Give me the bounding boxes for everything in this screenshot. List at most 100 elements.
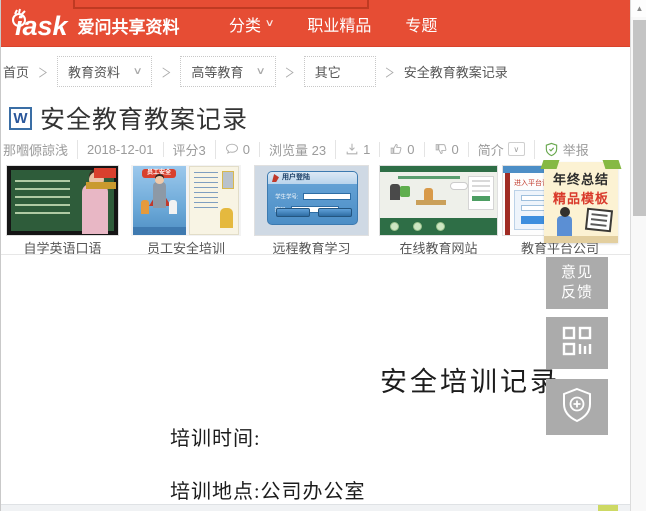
schoolbag-graphic — [400, 186, 410, 197]
upload-date: 2018-12-01 — [78, 141, 164, 157]
shield-plus-icon — [560, 387, 594, 428]
breadcrumb-level3-box[interactable]: 其它 — [303, 55, 376, 87]
breadcrumb-separator-icon: ＞ — [284, 66, 295, 81]
side-panel-graphic — [468, 176, 494, 210]
avatar-circle — [390, 222, 399, 231]
presenter-figure — [557, 216, 572, 236]
ad-cartoon-scene — [544, 207, 618, 243]
dislikes-stat[interactable]: 0 — [425, 141, 469, 157]
word-file-icon: W — [9, 106, 32, 130]
document-heading: 安全培训记录 — [380, 367, 560, 397]
chalk-text-lines — [15, 180, 70, 220]
page-break-strip — [1, 504, 630, 511]
qr-code-icon — [561, 325, 593, 362]
hazmat-figure — [220, 208, 233, 228]
child-figure — [141, 200, 149, 214]
author-name[interactable]: 那嗰傆諒浅 — [3, 139, 79, 159]
protect-button[interactable] — [546, 379, 608, 435]
breadcrumb-home[interactable]: 首页 — [3, 62, 29, 81]
poster-right-page — [189, 166, 239, 235]
page: iask 爱问共享资料 分类 ∨ 职业精品 专题 首页 ＞ 教育资料 ∨ ＞ 高… — [0, 0, 646, 511]
ground-strip — [133, 227, 186, 235]
illustration-figure — [222, 171, 234, 189]
site-header: iask 爱问共享资料 分类 ∨ 职业精品 专题 — [1, 0, 630, 47]
yellow-label — [86, 182, 116, 189]
site-topbar-graphic — [380, 166, 497, 172]
text-lines-graphic — [194, 172, 218, 212]
breadcrumb-current: 安全教育教案记录 — [403, 64, 508, 80]
related-thumb-online-education-site[interactable] — [379, 165, 498, 236]
download-icon — [345, 142, 359, 156]
related-thumb-remote-learning[interactable]: 用户登陆 学生学号: 密码: — [254, 165, 369, 236]
document-meta-row: 那嗰傆諒浅 2018-12-01 评分3 0 浏览量 23 1 0 0 简介 ∨… — [3, 139, 598, 159]
login-field1-input — [302, 193, 351, 200]
feedback-label-line2: 反馈 — [560, 284, 593, 301]
main-nav: 分类 ∨ 职业精品 专题 — [229, 0, 437, 47]
nav-pro[interactable]: 职业精品 — [307, 12, 371, 36]
year-end-template-ad[interactable]: 年终总结 精品模板 — [540, 160, 622, 243]
ribbon-graphic — [540, 160, 560, 169]
ribbon-graphic — [602, 160, 622, 169]
red-label — [94, 168, 116, 178]
breadcrumb-separator-icon: ＞ — [384, 66, 395, 81]
next-ad-peek — [598, 505, 618, 511]
hero-figure — [153, 182, 166, 208]
ad-line1: 年终总结 — [552, 172, 609, 187]
views-stat: 浏览量 23 — [260, 139, 337, 159]
feedback-button[interactable]: 意见 反馈 — [546, 257, 608, 309]
ad-line2: 精品模板 — [552, 191, 609, 206]
report-button[interactable]: 举报 — [535, 140, 598, 159]
rooster-logo-icon — [9, 8, 29, 28]
comments-stat[interactable]: 0 — [216, 141, 260, 157]
downloads-stat[interactable]: 1 — [336, 141, 381, 157]
red-stripe-graphic — [505, 173, 510, 235]
document-line-training-time: 培训时间: — [170, 428, 261, 450]
breadcrumb-level2-dropdown[interactable]: 高等教育 ∨ — [180, 55, 276, 87]
avatar-circle — [413, 222, 422, 231]
document-title-row: W 安全教育教案记录 — [9, 100, 248, 136]
site-footer-graphic — [380, 218, 497, 235]
teacher-figure — [82, 184, 108, 234]
nav-categories[interactable]: 分类 ∨ — [229, 12, 275, 36]
breadcrumb-separator-icon: ＞ — [38, 66, 49, 81]
thumbs-up-icon — [389, 142, 403, 156]
breadcrumb-separator-icon: ＞ — [161, 66, 172, 81]
login-panel-title: 用户登陆 — [268, 172, 357, 184]
scrollbar-thumb[interactable] — [633, 20, 646, 216]
nav-topics[interactable]: 专题 — [405, 12, 437, 36]
intro-toggle[interactable]: 简介 ∨ — [469, 139, 535, 159]
related-thumb-english-speaking[interactable] — [6, 165, 119, 236]
document-preview: 安全培训记录 培训时间: 培训地点:公司办公室 — [1, 255, 630, 504]
document-line-training-place: 培训地点:公司办公室 — [170, 481, 366, 503]
thumbs-down-icon — [434, 142, 448, 156]
chevron-down-icon: ∨ — [507, 142, 525, 156]
likes-stat[interactable]: 0 — [380, 141, 425, 157]
speech-bubble-graphic — [450, 182, 468, 190]
site-name: 爱问共享资料 — [77, 18, 180, 37]
feedback-label-line1: 意见 — [560, 263, 593, 281]
breadcrumb: 首页 ＞ 教育资料 ∨ ＞ 高等教育 ∨ ＞ 其它 ＞ 安全教育教案记录 — [3, 48, 623, 94]
register-button — [318, 208, 352, 217]
chevron-down-icon: ∨ — [264, 18, 275, 29]
page-title: 安全教育教案记录 — [40, 106, 249, 134]
breadcrumb-level1-dropdown[interactable]: 教育资料 ∨ — [57, 55, 153, 87]
scroll-up-arrow-icon[interactable]: ▲ — [631, 0, 646, 17]
comment-bubble-icon — [225, 142, 239, 156]
child-figure — [424, 188, 433, 200]
login-button — [276, 208, 310, 217]
related-thumb-staff-safety[interactable]: 员工安全 — [131, 165, 241, 236]
desk-graphic — [416, 200, 446, 205]
child-figure — [169, 200, 177, 214]
hero-figure-head — [155, 176, 164, 184]
presenter-figure-head — [560, 207, 570, 217]
poster-left-page: 员工安全 — [133, 166, 186, 235]
qr-code-button[interactable] — [546, 317, 608, 369]
site-logo[interactable]: iask 爱问共享资料 — [9, 8, 180, 42]
vertical-scrollbar[interactable]: ▲ — [630, 0, 646, 511]
floor-graphic — [544, 236, 618, 243]
child-figure — [390, 184, 400, 200]
login-field1-label: 学生学号: — [275, 195, 299, 201]
avatar-circle — [436, 222, 445, 231]
rating-label: 评分3 — [164, 139, 216, 159]
headline-graphic — [398, 176, 460, 179]
